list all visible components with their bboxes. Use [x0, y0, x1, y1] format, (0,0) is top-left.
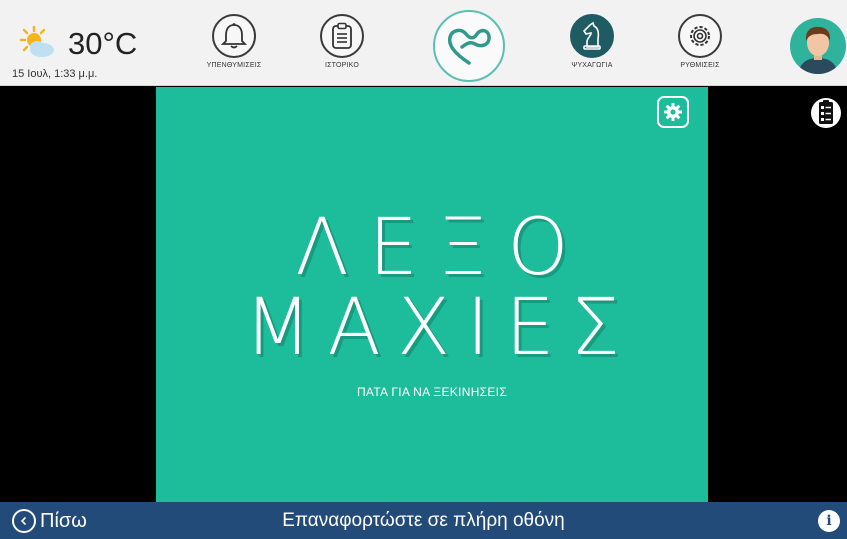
reload-fullscreen-link[interactable]: Επαναφορτώστε σε πλήρη οθόνη [282, 510, 565, 531]
bottom-bar: Πίσω Επαναφορτώστε σε πλήρη οθόνη i [0, 502, 847, 539]
game-title-line2: ΜΑΧΙΕΣ [244, 283, 636, 373]
history-button[interactable]: ΙΣΤΟΡΙΚΟ [302, 14, 382, 82]
reminders-label: ΥΠΕΝΘΥΜΙΣΕΙΣ [206, 62, 262, 69]
reload-fullscreen-area: Επαναφορτώστε σε πλήρη οθόνη [0, 510, 847, 532]
settings-button[interactable]: ΡΥΘΜΙΣΕΙΣ [660, 14, 740, 82]
tap-to-start-label[interactable]: ΠΑΤΑ ΓΙΑ ΝΑ ΞΕΚΙΝΗΣΕΙΣ [156, 385, 708, 399]
home-heart-button[interactable] [433, 10, 507, 84]
reminders-button[interactable]: ΥΠΕΝΘΥΜΙΣΕΙΣ [194, 14, 274, 82]
checklist-icon [811, 98, 841, 128]
gear-icon [678, 14, 722, 58]
info-button[interactable]: i [818, 510, 840, 532]
history-label: ΙΣΤΟΡΙΚΟ [325, 62, 359, 69]
game-settings-button[interactable] [657, 96, 689, 128]
game-title-line1: ΛΕΞΟ [295, 203, 589, 293]
temperature: 30°C [68, 26, 138, 61]
user-avatar[interactable] [790, 18, 846, 74]
weather-widget: 30°C 15 Ιουλ, 1:33 μ.μ. [12, 22, 152, 82]
bell-icon [212, 14, 256, 58]
entertainment-button[interactable]: ΨΥΧΑΓΩΓΙΑ [552, 14, 632, 82]
partly-sunny-icon [19, 26, 54, 57]
gear-icon [664, 103, 682, 121]
game-start-screen[interactable]: ΛΕΞΟ ΜΑΧΙΕΣ ΠΑΤΑ ΓΙΑ ΝΑ ΞΕΚΙΝΗΣΕΙΣ [156, 87, 708, 502]
info-icon: i [826, 513, 832, 529]
avatar-icon [798, 26, 838, 74]
checklist-button[interactable] [809, 92, 843, 134]
date-time: 15 Ιουλ, 1:33 μ.μ. [12, 68, 98, 80]
chess-knight-icon [570, 14, 614, 58]
clipboard-icon [320, 14, 364, 58]
settings-label: ΡΥΘΜΙΣΕΙΣ [680, 62, 720, 69]
heart-icon [433, 10, 505, 82]
entertainment-label: ΨΥΧΑΓΩΓΙΑ [571, 62, 613, 69]
top-bar: 30°C 15 Ιουλ, 1:33 μ.μ. ΥΠΕΝΘΥΜΙΣΕΙΣ ΙΣΤ… [0, 0, 847, 86]
